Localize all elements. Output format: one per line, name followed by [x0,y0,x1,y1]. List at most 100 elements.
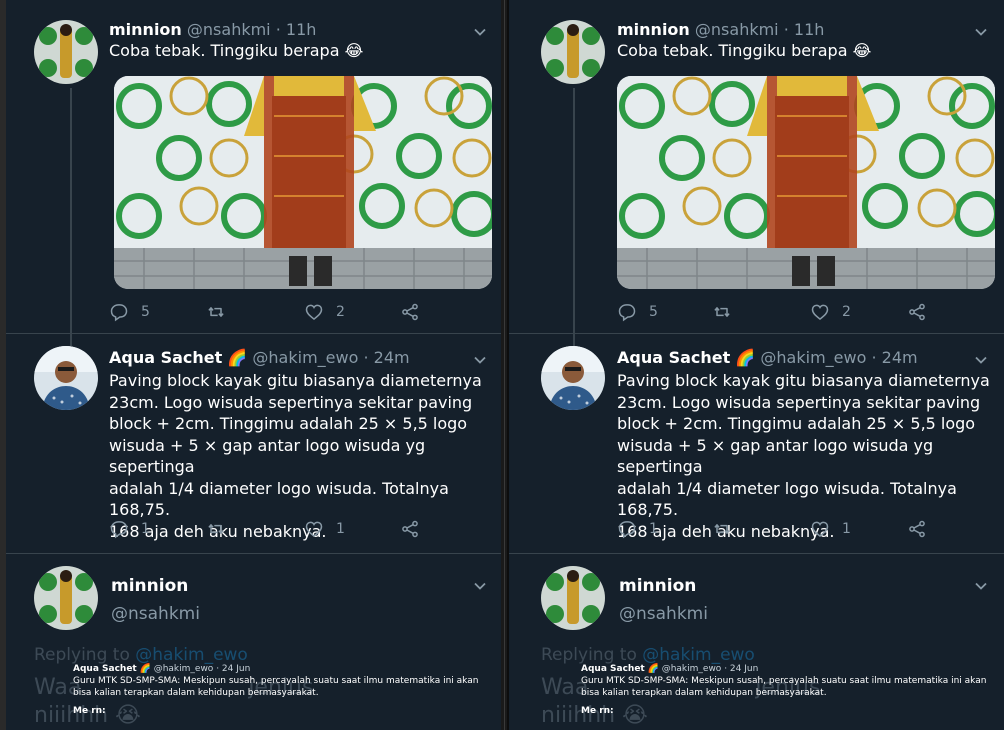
divider [6,553,501,554]
retweet-button[interactable] [712,519,732,539]
overlay-text: Me rn: [581,706,614,716]
chevron-down-icon[interactable] [975,354,987,366]
share-icon [402,520,418,538]
share-button[interactable] [400,302,420,322]
chevron-down-icon[interactable] [474,354,486,366]
share-icon [909,303,925,321]
tweet-photo[interactable] [114,76,492,289]
replying-handle-link[interactable]: @hakim_ewo [135,645,248,665]
reply-button[interactable]: 5 [617,302,658,322]
replying-label: Replying to [541,645,637,665]
retweet-icon [208,307,224,317]
avatar[interactable] [34,566,98,630]
retweet-icon [208,524,224,534]
user-handle[interactable]: @hakim_ewo [252,348,358,367]
overlay-text: bisa kalian terapkan dalam kehidupan ber… [73,688,319,698]
retweet-button[interactable] [206,302,226,322]
avatar[interactable] [541,20,605,84]
user-handle[interactable]: @nsahkmi [111,604,200,624]
retweet-icon [714,307,730,317]
avatar[interactable] [541,346,605,410]
reply-icon [618,304,636,322]
reply-count: 1 [649,521,658,537]
timestamp[interactable]: · 11h [276,20,317,39]
tweet-text-line: Paving block kayak gitu biasanya diamete… [109,371,482,390]
like-button[interactable]: 1 [810,519,851,539]
user-handle[interactable]: @nsahkmi [187,20,271,39]
user-handle[interactable]: @hakim_ewo [760,348,866,367]
tweet-text: Coba tebak. Tinggiku berapa 😂 [109,41,364,60]
overlay-text: bisa kalian terapkan dalam kehidupan ber… [581,688,827,698]
quoted-tweet-overlay[interactable]: Aqua Sachet 🌈 @hakim_ewo · 24 Jun Guru M… [581,663,986,717]
tweet-text-line: 23cm. Logo wisuda sepertinya sekitar pav… [617,392,981,412]
chevron-down-icon[interactable] [975,26,987,38]
tweet-text: Coba tebak. Tinggiku berapa 😂 [617,41,872,60]
tweet-thread-panel-right: minnion @nsahkmi · 11h Coba tebak. Tingg… [509,0,1004,730]
chevron-down-icon[interactable] [975,580,987,592]
reply-count: 1 [141,521,150,537]
display-name[interactable]: minnion [617,20,690,39]
rainbow-icon: 🌈 [647,664,659,674]
retweet-button[interactable] [206,519,226,539]
timestamp[interactable]: · 24m [363,348,409,367]
like-count: 2 [336,304,345,320]
display-name[interactable]: minnion [619,576,696,596]
overlay-text: Guru MTK SD-SMP-SMA: Meskipun susah, per… [581,676,987,686]
divider [509,333,1004,334]
replying-to: Replying to @hakim_ewo [34,645,248,665]
display-name: Aqua Sachet [581,664,645,674]
user-handle: @hakim_ewo [661,664,722,674]
share-button[interactable] [907,519,927,539]
reply-count: 5 [649,304,658,320]
tweet-text-line: wisuda + 5 × gap antar logo wisuda yg se… [617,435,934,477]
tweet-text-line: block + 2cm. Tinggimu adalah 25 × 5,5 lo… [109,414,468,433]
avatar[interactable] [34,20,98,84]
timestamp[interactable]: · 24m [871,348,917,367]
display-name[interactable]: minnion [111,576,188,596]
like-count: 2 [842,304,851,320]
tweet-text-line: adalah 1/4 diameter logo wisuda. Totalny… [109,478,449,520]
rainbow-icon: 🌈 [735,348,756,367]
display-name[interactable]: minnion [109,20,182,39]
tweet-text: Paving block kayak gitu biasanya diamete… [109,370,501,542]
tweet-header: minnion @nsahkmi · 11h [109,20,316,39]
reply-icon [110,304,128,322]
tweet-text: Paving block kayak gitu biasanya diamete… [617,370,1004,542]
retweet-button[interactable] [712,302,732,322]
divider [6,333,501,334]
avatar[interactable] [34,346,98,410]
divider [509,553,1004,554]
reply-button[interactable]: 5 [109,302,150,322]
timestamp: · 24 Jun [216,664,251,674]
tweet-text-line: wisuda + 5 × gap antar logo wisuda yg se… [109,435,426,477]
display-name: Aqua Sachet [73,664,137,674]
rainbow-icon: 🌈 [227,348,248,367]
like-button[interactable]: 2 [810,302,851,322]
timestamp[interactable]: · 11h [784,20,825,39]
share-button[interactable] [400,519,420,539]
thread-connector [573,88,575,346]
tweet-photo[interactable] [617,76,995,289]
display-name[interactable]: Aqua Sachet [617,348,730,367]
reply-button[interactable]: 1 [109,519,150,539]
heart-icon [305,304,323,321]
replying-handle-link[interactable]: @hakim_ewo [642,645,755,665]
avatar[interactable] [541,566,605,630]
user-handle[interactable]: @nsahkmi [619,604,708,624]
like-count: 1 [842,521,851,537]
tweet-text-line: adalah 1/4 diameter logo wisuda. Totalny… [617,478,957,520]
chevron-down-icon[interactable] [474,26,486,38]
replying-to: Replying to @hakim_ewo [541,645,755,665]
reply-button[interactable]: 1 [617,519,658,539]
share-button[interactable] [907,302,927,322]
tweet-text-line: 23cm. Logo wisuda sepertinya sekitar pav… [109,392,473,412]
heart-icon [811,304,829,321]
quoted-tweet-overlay[interactable]: Aqua Sachet 🌈 @hakim_ewo · 24 Jun Guru M… [73,663,478,717]
like-button[interactable]: 2 [304,302,345,322]
display-name[interactable]: Aqua Sachet [109,348,222,367]
timestamp: · 24 Jun [724,664,759,674]
user-handle[interactable]: @nsahkmi [695,20,779,39]
like-button[interactable]: 1 [304,519,345,539]
tweet-thread-panel-left: minnion @nsahkmi · 11h Coba tebak. Tingg… [6,0,501,730]
chevron-down-icon[interactable] [474,580,486,592]
